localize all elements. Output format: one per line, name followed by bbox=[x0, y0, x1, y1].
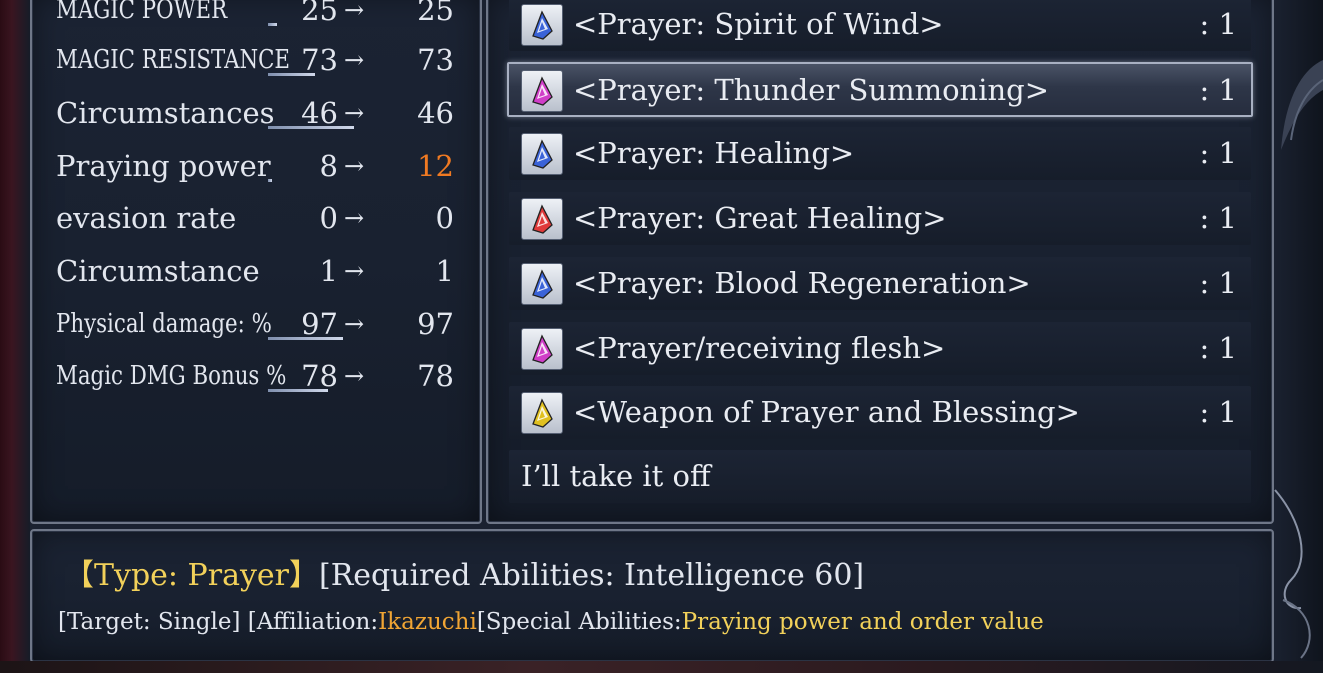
red-prayer-book-icon bbox=[521, 198, 563, 240]
blue-prayer-book-icon bbox=[521, 133, 563, 175]
arrow-right-icon: → bbox=[344, 99, 365, 127]
item-name: <Prayer: Thunder Summoning> bbox=[573, 73, 1050, 107]
stat-label: evasion rate bbox=[56, 201, 237, 235]
feather-ornament-icon bbox=[1281, 60, 1323, 150]
blue-prayer-book-icon bbox=[521, 263, 563, 305]
stat-current-value: 8 bbox=[319, 149, 338, 183]
right-backdrop bbox=[1271, 0, 1323, 673]
prayer-item[interactable]: <Prayer: Spirit of Wind> : 1 bbox=[509, 0, 1251, 51]
arrow-right-icon: → bbox=[344, 204, 365, 232]
stat-new-value: 12 bbox=[417, 149, 454, 183]
affiliation-value: Ikazuchi bbox=[378, 609, 477, 635]
prayer-item[interactable]: <Prayer: Thunder Summoning> : 1 bbox=[507, 62, 1253, 117]
stat-new-value: 97 bbox=[417, 307, 454, 341]
stat-current-value: 0 bbox=[319, 201, 338, 235]
stat-current-value: 46 bbox=[301, 96, 338, 130]
stat-label: Physical damage: % bbox=[56, 309, 272, 339]
required-abilities: [Required Abilities: Intelligence 60] bbox=[319, 558, 865, 593]
stat-label: MAGIC RESISTANCE bbox=[56, 45, 291, 75]
stat-change-bar bbox=[268, 179, 272, 182]
stat-current-value: 78 bbox=[301, 359, 338, 393]
stat-label: Circumstances bbox=[56, 96, 275, 130]
item-type-requirements: 【Type: Prayer】[Required Abilities: Intel… bbox=[64, 550, 864, 594]
target-label: [Target: Single] [Affiliation: bbox=[58, 609, 379, 635]
arrow-right-icon: → bbox=[344, 310, 365, 338]
arrow-right-icon: → bbox=[344, 362, 365, 390]
bottom-edge bbox=[0, 661, 1323, 673]
prayer-item[interactable]: <Prayer: Great Healing> : 1 bbox=[509, 192, 1251, 245]
item-count: : 1 bbox=[1199, 7, 1237, 41]
stat-label: Magic DMG Bonus % bbox=[56, 361, 287, 391]
item-name: <Weapon of Prayer and Blessing> bbox=[573, 395, 1080, 429]
arrow-right-icon: → bbox=[344, 46, 365, 74]
stat-row: Circumstances 46 → 46 bbox=[56, 93, 456, 133]
stat-row: Praying power 8 → 12 bbox=[56, 146, 456, 186]
item-count: : 1 bbox=[1199, 73, 1237, 107]
prayer-item[interactable]: <Prayer: Blood Regeneration> : 1 bbox=[509, 257, 1251, 310]
prayer-item[interactable]: <Weapon of Prayer and Blessing> : 1 bbox=[509, 386, 1251, 439]
stat-current-value: 97 bbox=[301, 307, 338, 341]
stat-row: MAGIC POWER 25 → 25 bbox=[56, 0, 456, 30]
left-backdrop bbox=[0, 0, 30, 673]
stat-new-value: 73 bbox=[417, 43, 454, 77]
item-name: <Prayer: Great Healing> bbox=[573, 201, 947, 235]
item-name: <Prayer: Blood Regeneration> bbox=[573, 266, 1031, 300]
pink-prayer-book-icon bbox=[521, 328, 563, 370]
stat-new-value: 0 bbox=[435, 201, 454, 235]
item-type-label: 【Type: Prayer】 bbox=[64, 558, 320, 593]
item-name: I’ll take it off bbox=[521, 459, 711, 493]
stat-new-value: 25 bbox=[417, 0, 454, 27]
item-count: : 1 bbox=[1199, 395, 1237, 429]
prayer-item[interactable]: <Prayer: Healing> : 1 bbox=[509, 127, 1251, 180]
stat-current-value: 25 bbox=[301, 0, 338, 27]
stat-label: MAGIC POWER bbox=[56, 0, 228, 25]
stat-new-value: 46 bbox=[417, 96, 454, 130]
flourish-ornament-icon bbox=[1274, 489, 1311, 659]
prayer-item[interactable]: <Prayer/receiving flesh> : 1 bbox=[509, 322, 1251, 375]
stat-row: evasion rate 0 → 0 bbox=[56, 198, 456, 238]
unequip-option[interactable]: I’ll take it off bbox=[509, 450, 1251, 503]
stat-new-value: 78 bbox=[417, 359, 454, 393]
arrow-right-icon: → bbox=[344, 0, 365, 24]
special-abilities-label: [Special Abilities: bbox=[476, 609, 682, 635]
item-target-affiliation: [Target: Single] [Affiliation:Ikazuchi[S… bbox=[58, 609, 1044, 635]
blue-prayer-book-icon bbox=[521, 4, 563, 46]
item-name: <Prayer: Spirit of Wind> bbox=[573, 7, 944, 41]
yellow-prayer-book-icon bbox=[521, 392, 563, 434]
stat-label: Circumstance bbox=[56, 254, 260, 288]
arrow-right-icon: → bbox=[344, 257, 365, 285]
stat-row: Magic DMG Bonus % 78 → 78 bbox=[56, 356, 456, 396]
stat-label: Praying power bbox=[56, 149, 271, 183]
item-count: : 1 bbox=[1199, 201, 1237, 235]
stat-current-value: 73 bbox=[301, 43, 338, 77]
stat-row: Physical damage: % 97 → 97 bbox=[56, 304, 456, 344]
pink-prayer-book-icon bbox=[521, 70, 563, 112]
item-name: <Prayer/receiving flesh> bbox=[573, 331, 946, 365]
stat-row: Circumstance 1 → 1 bbox=[56, 251, 456, 291]
stat-change-bar bbox=[268, 23, 277, 26]
stat-new-value: 1 bbox=[435, 254, 454, 288]
stat-current-value: 1 bbox=[319, 254, 338, 288]
item-name: <Prayer: Healing> bbox=[573, 136, 855, 170]
item-count: : 1 bbox=[1199, 136, 1237, 170]
stat-row: MAGIC RESISTANCE 73 → 73 bbox=[56, 40, 456, 80]
arrow-right-icon: → bbox=[344, 152, 365, 180]
item-count: : 1 bbox=[1199, 266, 1237, 300]
item-count: : 1 bbox=[1199, 331, 1237, 365]
special-abilities-value: Praying power and order value bbox=[681, 609, 1044, 635]
